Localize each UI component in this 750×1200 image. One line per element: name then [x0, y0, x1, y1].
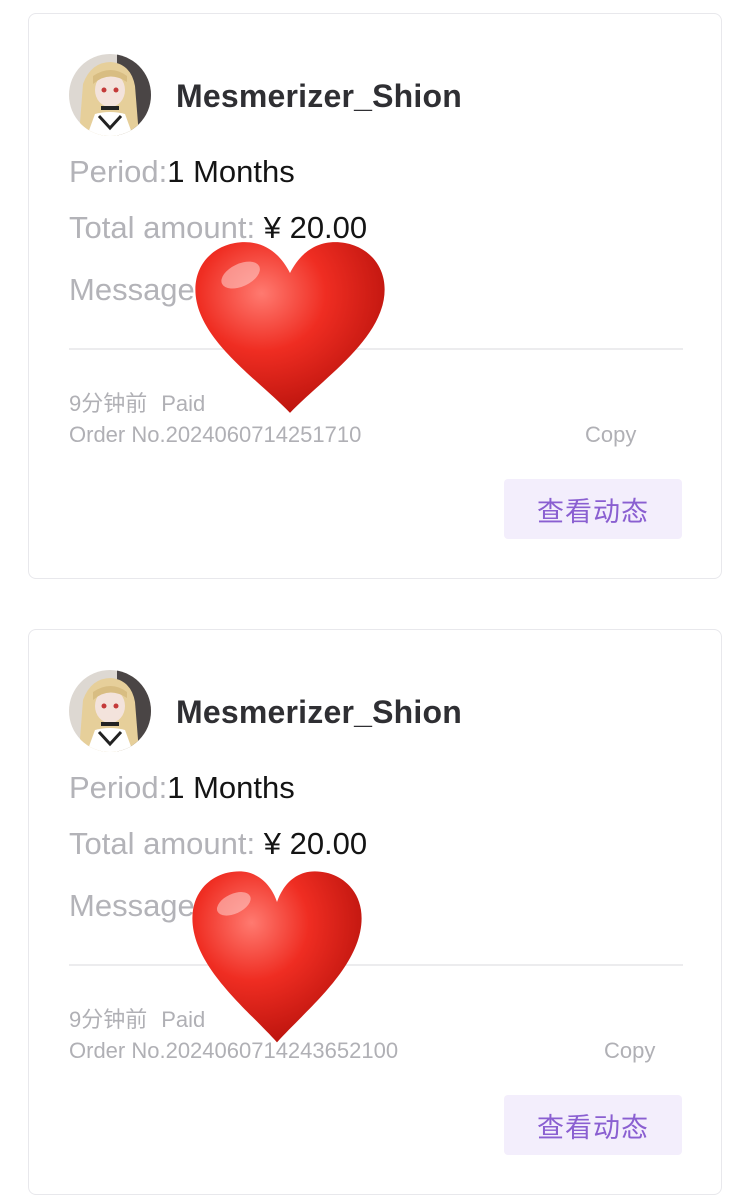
period-row: Period:1 Months: [69, 154, 295, 190]
copy-button[interactable]: Copy: [585, 422, 636, 448]
period-row: Period:1 Months: [69, 770, 295, 806]
total-amount-label: Total amount:: [69, 826, 264, 861]
period-label: Period:: [69, 770, 168, 805]
message-label: Message: [69, 888, 195, 923]
copy-button[interactable]: Copy: [604, 1038, 655, 1064]
time-ago: 9分钟前: [69, 1007, 148, 1032]
order-number: Order No.2024060714251710: [69, 422, 362, 447]
avatar[interactable]: [69, 670, 151, 752]
username[interactable]: Mesmerizer_Shion: [176, 694, 462, 731]
time-ago: 9分钟前: [69, 391, 148, 416]
avatar[interactable]: [69, 54, 151, 136]
divider: [69, 964, 683, 966]
period-label: Period:: [69, 154, 168, 189]
period-value: 1 Months: [167, 154, 295, 189]
order-meta: 9分钟前 Paid: [69, 1002, 205, 1034]
order-card: Mesmerizer_Shion Period:1 Months Total a…: [28, 13, 722, 579]
order-meta: 9分钟前 Paid: [69, 386, 205, 418]
red-heart-emoji-icon: [192, 871, 362, 1043]
view-moments-button[interactable]: 查看动态: [504, 479, 682, 539]
red-heart-emoji-icon: [195, 242, 385, 413]
username[interactable]: Mesmerizer_Shion: [176, 78, 462, 115]
order-card: Mesmerizer_Shion Period:1 Months Total a…: [28, 629, 722, 1195]
view-moments-button[interactable]: 查看动态: [504, 1095, 682, 1155]
message-label: Message: [69, 272, 195, 307]
total-amount-value: ¥ 20.00: [263, 826, 368, 861]
period-value: 1 Months: [167, 770, 295, 805]
total-amount-row: Total amount: ¥ 20.00: [69, 826, 367, 862]
